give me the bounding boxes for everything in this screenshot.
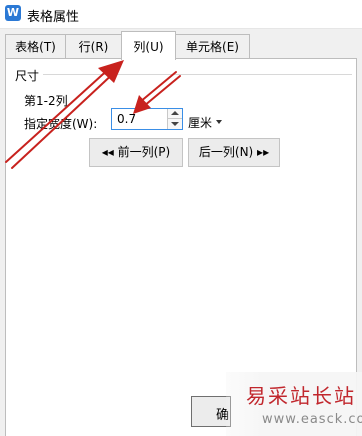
- wps-app-icon: W: [5, 5, 21, 21]
- dialog-title: 表格属性: [27, 10, 80, 25]
- tab-row[interactable]: 行(R): [65, 34, 122, 58]
- unit-select[interactable]: 厘米: [188, 114, 212, 131]
- size-group-title: 尺寸: [15, 69, 40, 83]
- tab-column[interactable]: 列(U): [121, 31, 176, 60]
- next-column-button[interactable]: 后一列(N) ▸▸: [188, 138, 280, 167]
- spin-up-button[interactable]: [167, 109, 182, 119]
- title-bar[interactable]: W 表格属性: [0, 0, 362, 29]
- watermark-text: 易采站长站: [246, 384, 356, 408]
- column-range-label: 第1-2列: [24, 94, 68, 108]
- tab-table[interactable]: 表格(T): [5, 34, 66, 58]
- watermark-url: www.easck.com: [262, 412, 362, 427]
- spin-down-button[interactable]: [167, 119, 182, 129]
- width-stepper[interactable]: 0.7: [111, 108, 183, 130]
- caret-down-icon: [171, 122, 179, 126]
- group-divider: [43, 74, 352, 75]
- specified-width-label: 指定宽度(W):: [24, 117, 98, 131]
- caret-up-icon: [171, 111, 179, 115]
- chevron-down-icon[interactable]: [216, 120, 222, 124]
- ok-button[interactable]: 确: [191, 396, 231, 427]
- width-input[interactable]: 0.7: [117, 112, 136, 126]
- previous-column-button[interactable]: ◂◂ 前一列(P): [89, 138, 183, 167]
- tab-cell[interactable]: 单元格(E): [175, 34, 250, 58]
